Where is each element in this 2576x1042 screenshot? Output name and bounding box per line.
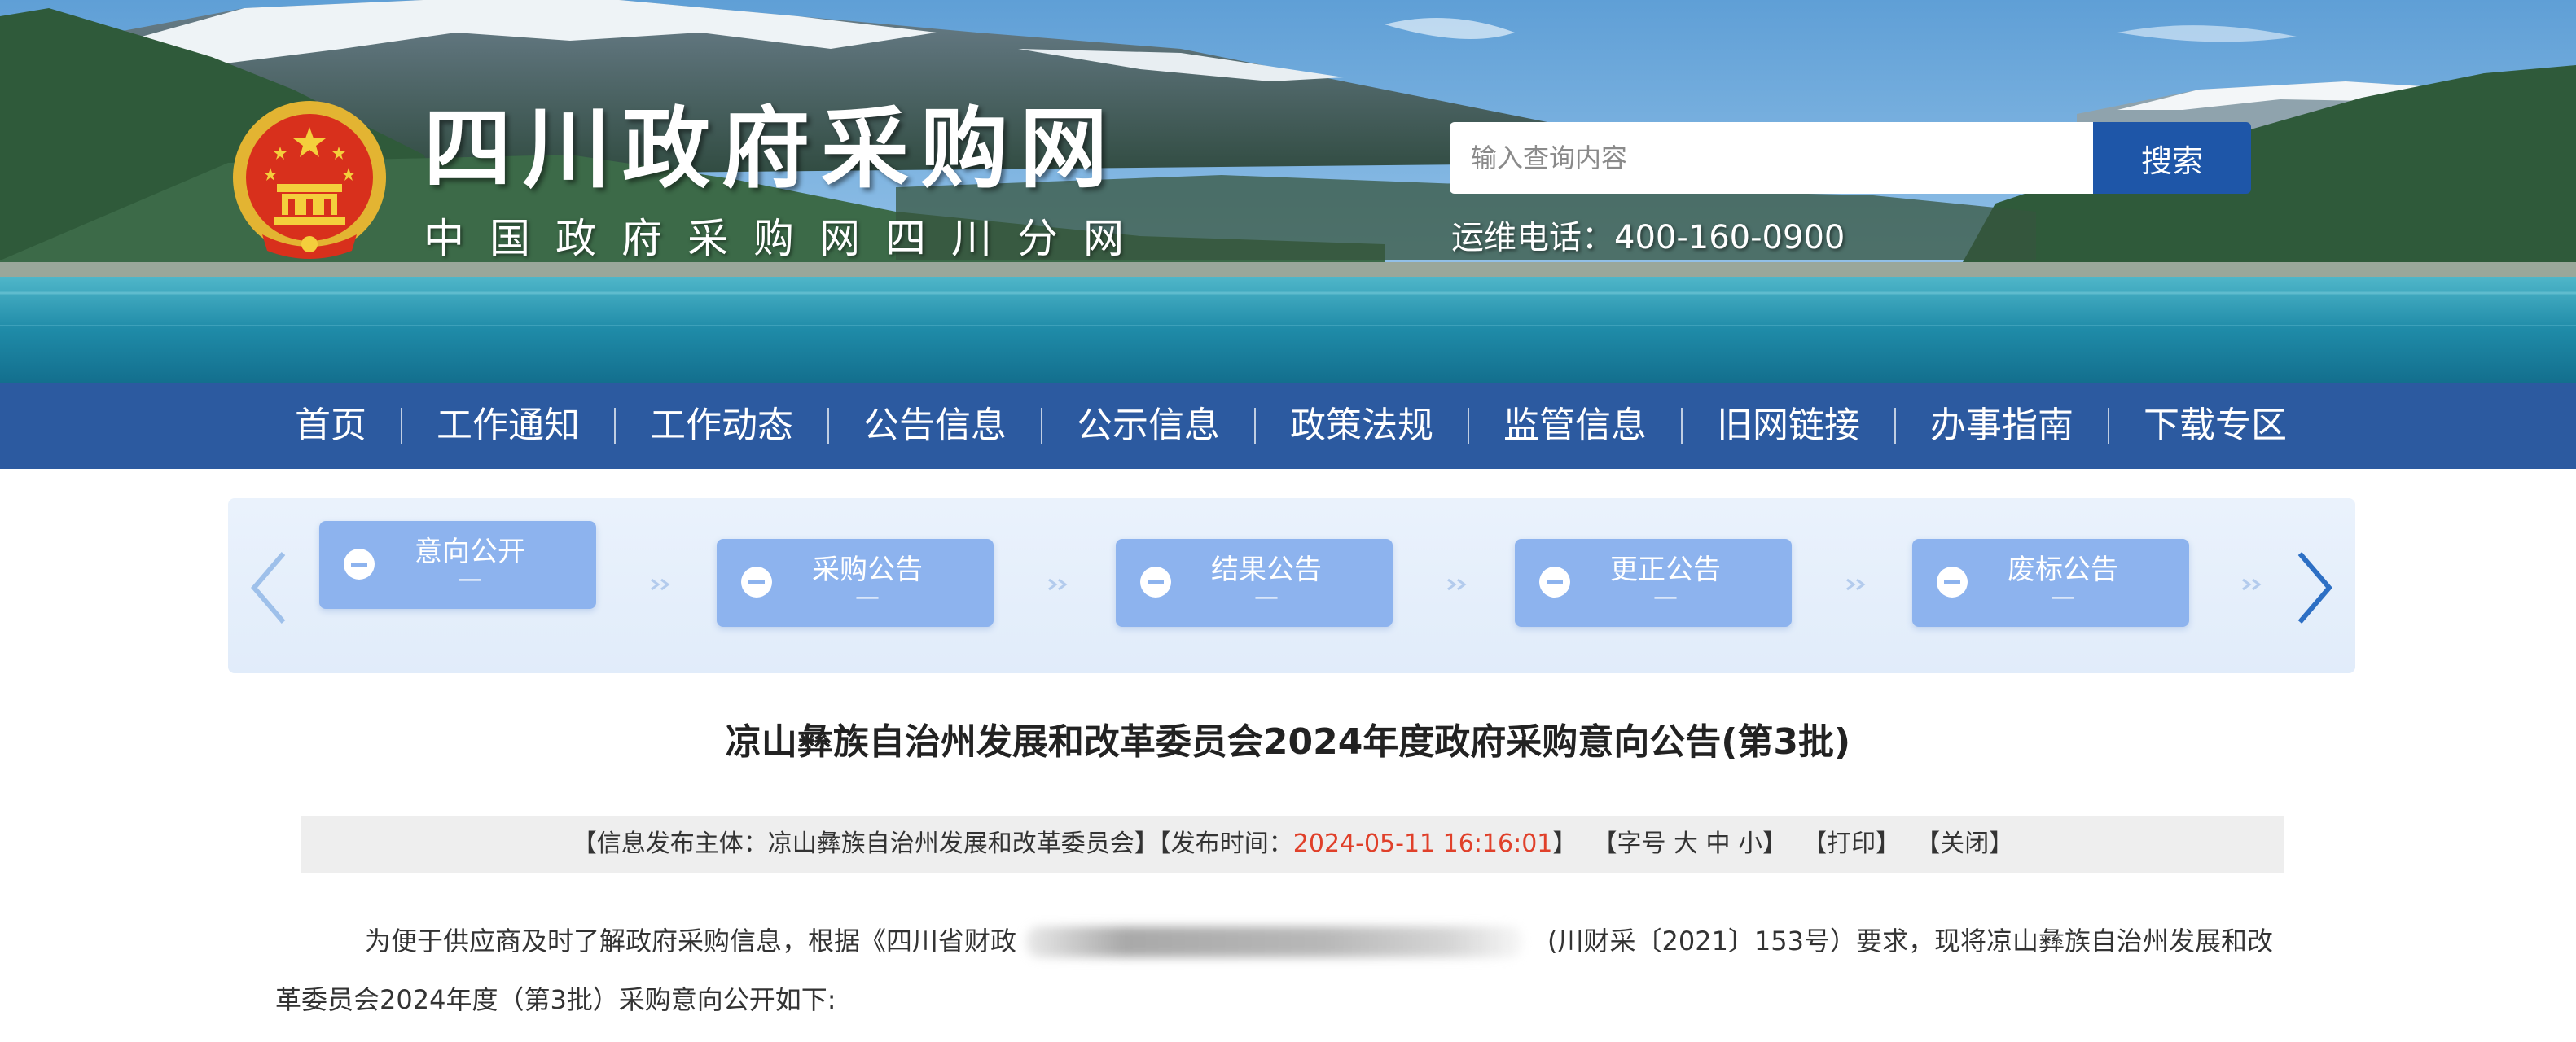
double-chevron-icon: [651, 578, 670, 591]
category-label: 更正公告: [1610, 554, 1721, 586]
search-input[interactable]: [1450, 122, 2093, 194]
font-size-switch[interactable]: 【字号 大 中 小】: [1592, 830, 1787, 858]
nav-divider: [1681, 408, 1683, 444]
category-label: 采购公告: [812, 554, 923, 586]
category-label: 废标公告: [2008, 554, 2118, 586]
meta-date-close: 】: [1552, 830, 1578, 858]
category-intent-public[interactable]: 意向公开 —: [319, 521, 596, 609]
nav-divider: [401, 408, 402, 444]
meta-publish-date: 2024-05-11 16:16:01: [1292, 830, 1553, 858]
category-count: —: [458, 565, 482, 593]
category-carousel: 意向公开 — 采购公告 — 结果公告 — 更正公告 — 废标公告 —: [228, 498, 2355, 673]
search-button[interactable]: 搜索: [2093, 122, 2251, 194]
national-emblem-icon: [233, 101, 386, 259]
nav-item-policies[interactable]: 政策法规: [1272, 383, 1451, 469]
category-count: —: [1254, 583, 1279, 611]
nav-divider: [2108, 408, 2109, 444]
category-cancelled-notice[interactable]: 废标公告 —: [1912, 539, 2189, 627]
category-count: —: [855, 583, 880, 611]
nav-divider: [1041, 408, 1042, 444]
double-chevron-icon: [1846, 578, 1866, 591]
print-link[interactable]: 【打印】: [1802, 830, 1900, 858]
double-chevron-icon: [2242, 578, 2262, 591]
nav-divider: [1894, 408, 1896, 444]
carousel-next-icon[interactable]: [2290, 547, 2339, 628]
nav-item-home[interactable]: 首页: [277, 383, 384, 469]
double-chevron-icon: [1447, 578, 1467, 591]
nav-item-old-site[interactable]: 旧网链接: [1699, 383, 1878, 469]
nav-item-public-notices[interactable]: 公示信息: [1059, 383, 1238, 469]
nav-divider: [1254, 408, 1256, 444]
category-count: —: [2051, 583, 2075, 611]
category-procurement-notice[interactable]: 采购公告 —: [717, 539, 994, 627]
meta-publisher: 【信息发布主体：凉山彝族自治州发展和改革委员会】【发布时间：: [572, 830, 1293, 858]
category-label: 结果公告: [1211, 554, 1322, 586]
article-meta-bar: 【信息发布主体：凉山彝族自治州发展和改革委员会】【发布时间：2024-05-11…: [301, 816, 2284, 873]
category-correction-notice[interactable]: 更正公告 —: [1515, 539, 1792, 627]
nav-divider: [827, 408, 829, 444]
article-paragraph-cont: (川财采〔2021〕153号）要求，现将凉山彝族自治州发展和改: [1547, 926, 2274, 957]
article-paragraph-start: 为便于供应商及时了解政府采购信息，根据《四川省财政: [365, 926, 1017, 957]
carousel-prev-icon[interactable]: [244, 547, 293, 628]
site-subtitle: 中国政府采购网四川分网: [423, 215, 1149, 262]
nav-item-supervision[interactable]: 监管信息: [1485, 383, 1665, 469]
double-chevron-icon: [1048, 578, 1068, 591]
nav-item-work-notice[interactable]: 工作通知: [419, 383, 598, 469]
nav-divider: [1468, 408, 1469, 444]
site-title: 四川政府采购网: [423, 99, 1120, 200]
category-count: —: [1653, 583, 1678, 611]
nav-item-downloads[interactable]: 下载专区: [2126, 383, 2305, 469]
redacted-text-blur: [1026, 926, 1523, 957]
nav-item-announcements[interactable]: 公告信息: [845, 383, 1025, 469]
category-result-notice[interactable]: 结果公告 —: [1116, 539, 1393, 627]
article-title: 凉山彝族自治州发展和改革委员会2024年度政府采购意向公告(第3批): [725, 721, 1851, 763]
nav-item-guide[interactable]: 办事指南: [1912, 383, 2091, 469]
nav-item-work-news[interactable]: 工作动态: [632, 383, 811, 469]
article-paragraph-line2: 革委员会2024年度（第3批）采购意向公开如下:: [275, 984, 836, 1015]
header-banner: 四川政府采购网 中国政府采购网四川分网 搜索 运维电话：400-160-0900: [0, 0, 2576, 383]
category-label: 意向公开: [415, 536, 525, 568]
main-nav: 首页 工作通知 工作动态 公告信息 公示信息 政策法规 监管信息 旧网链接 办事…: [0, 383, 2576, 469]
nav-divider: [614, 408, 616, 444]
close-link[interactable]: 【关闭】: [1916, 830, 2013, 858]
hotline-text: 运维电话：400-160-0900: [1451, 219, 1845, 256]
